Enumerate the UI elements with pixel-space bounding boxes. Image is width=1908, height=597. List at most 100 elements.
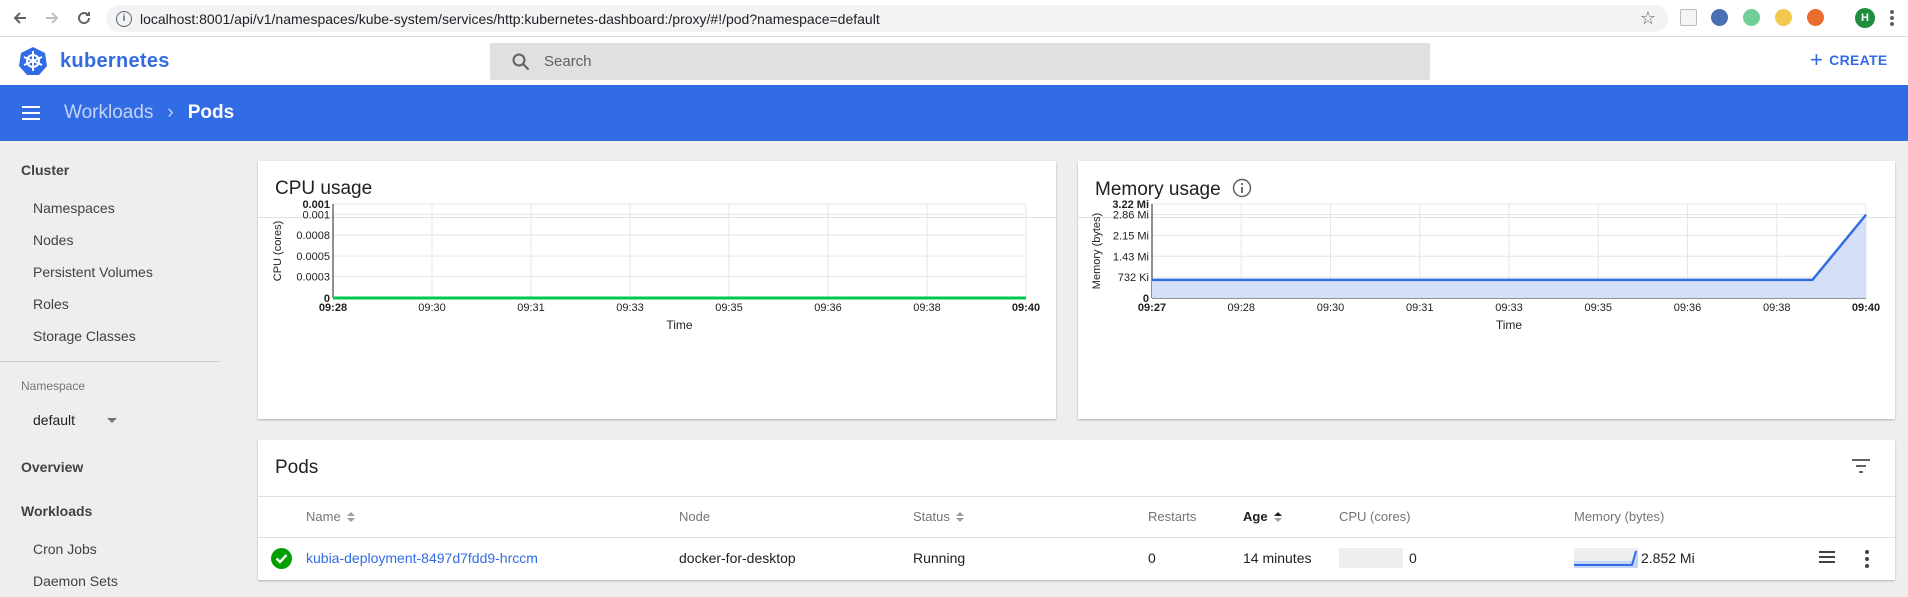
sidebar-heading-workloads[interactable]: Workloads xyxy=(21,503,92,519)
site-info-icon[interactable]: i xyxy=(116,10,132,27)
table-header-divider xyxy=(258,537,1895,538)
memory-usage-chart: 0732 Ki1.43 Mi2.15 Mi2.86 Mi3.22 Mi09:27… xyxy=(1091,199,1880,332)
pods-card-title: Pods xyxy=(275,457,319,478)
app-header: kubernetes + CREATE xyxy=(0,37,1908,85)
sidebar-divider xyxy=(0,361,220,362)
create-button[interactable]: + CREATE xyxy=(1810,49,1887,71)
pod-age: 14 minutes xyxy=(1243,550,1312,566)
back-icon[interactable] xyxy=(6,4,34,32)
x-tick-label: 09:35 xyxy=(1584,302,1612,314)
namespace-select[interactable]: default xyxy=(33,409,117,431)
search-icon xyxy=(512,53,530,70)
column-label: Name xyxy=(306,509,341,524)
y-tick-label: 2.86 Mi xyxy=(1113,210,1149,222)
browser-menu-icon[interactable] xyxy=(1886,7,1898,29)
address-bar[interactable]: i localhost:8001/api/v1/namespaces/kube-… xyxy=(106,5,1668,32)
dropdown-caret-icon xyxy=(107,417,117,423)
x-tick-label: 09:31 xyxy=(517,302,545,314)
breadcrumb-bar: Workloads › Pods xyxy=(0,85,1908,141)
extension-icon[interactable] xyxy=(1711,9,1728,26)
memory-sparkline xyxy=(1574,548,1638,568)
x-tick-label: 09:35 xyxy=(715,302,743,314)
sidebar-item-cron-jobs[interactable]: Cron Jobs xyxy=(33,541,97,557)
column-header-cpu: CPU (cores) xyxy=(1339,509,1411,524)
column-label: Restarts xyxy=(1148,509,1197,524)
sidebar-item-namespaces[interactable]: Namespaces xyxy=(33,200,115,216)
breadcrumb-current: Pods xyxy=(187,102,235,123)
column-header-name[interactable]: Name xyxy=(306,509,355,524)
x-tick-label: 09:30 xyxy=(1317,302,1345,314)
pod-status: Running xyxy=(913,550,966,566)
pod-restarts: 0 xyxy=(1148,550,1156,566)
x-tick-label: 09:36 xyxy=(814,302,842,314)
search-input[interactable] xyxy=(544,53,1344,70)
column-header-node: Node xyxy=(679,509,710,524)
x-tick-label: 09:31 xyxy=(1406,302,1434,314)
url-text: localhost:8001/api/v1/namespaces/kube-sy… xyxy=(140,10,880,27)
x-tick-label: 09:40 xyxy=(1012,302,1040,314)
y-tick-label: 0.0005 xyxy=(296,251,330,263)
x-tick-label: 09:33 xyxy=(616,302,644,314)
y-tick-label: 732 Ki xyxy=(1118,272,1149,284)
extension-icon[interactable] xyxy=(1807,9,1824,26)
kubernetes-helm-icon xyxy=(19,47,47,75)
bookmark-star-icon[interactable]: ☆ xyxy=(1640,8,1656,29)
column-header-status[interactable]: Status xyxy=(913,509,964,524)
y-tick-label: 0.0003 xyxy=(296,271,330,283)
y-axis-label: CPU (cores) xyxy=(272,221,284,282)
card-divider xyxy=(258,496,1895,497)
sort-icon xyxy=(955,511,964,522)
extension-icon[interactable] xyxy=(1775,9,1792,26)
y-tick-label: 0.001 xyxy=(302,199,330,211)
reload-icon[interactable] xyxy=(70,4,98,32)
column-header-memory: Memory (bytes) xyxy=(1574,509,1664,524)
forward-icon[interactable] xyxy=(38,4,66,32)
sidebar-item-roles[interactable]: Roles xyxy=(33,296,69,312)
column-label: Age xyxy=(1243,509,1268,524)
y-tick-label: 2.15 Mi xyxy=(1113,230,1149,242)
x-tick-label: 09:38 xyxy=(913,302,941,314)
sidebar-item-persistent-volumes[interactable]: Persistent Volumes xyxy=(33,264,153,280)
pod-cpu: 0 xyxy=(1409,550,1417,566)
x-tick-label: 09:33 xyxy=(1495,302,1523,314)
profile-avatar[interactable]: H xyxy=(1855,8,1875,28)
plus-icon: + xyxy=(1810,47,1824,72)
sidebar-item-daemon-sets[interactable]: Daemon Sets xyxy=(33,573,118,589)
menu-icon[interactable] xyxy=(22,106,40,120)
extension-icon[interactable] xyxy=(1680,9,1697,26)
x-tick-label: 09:40 xyxy=(1852,302,1880,314)
sort-ascending-icon xyxy=(1273,511,1282,522)
x-axis-label: Time xyxy=(666,318,693,332)
x-tick-label: 09:38 xyxy=(1763,302,1791,314)
namespace-label: Namespace xyxy=(21,379,86,393)
pod-memory: 2.852 Mi xyxy=(1641,550,1695,566)
sidebar-item-storage-classes[interactable]: Storage Classes xyxy=(33,328,136,344)
logs-icon[interactable] xyxy=(1818,550,1836,566)
chevron-right-icon: › xyxy=(167,102,174,123)
sidebar-item-nodes[interactable]: Nodes xyxy=(33,232,73,248)
cpu-sparkline xyxy=(1339,548,1403,568)
logo-text: kubernetes xyxy=(60,49,170,72)
x-tick-label: 09:28 xyxy=(319,302,347,314)
sidebar-item-overview[interactable]: Overview xyxy=(21,459,83,475)
status-ok-icon xyxy=(271,548,292,569)
sidebar: Cluster Namespaces Nodes Persistent Volu… xyxy=(0,141,222,597)
column-header-age[interactable]: Age xyxy=(1243,509,1282,524)
pod-name-link[interactable]: kubia-deployment-8497d7fdd9-hrccm xyxy=(306,550,538,566)
search-box[interactable] xyxy=(490,43,1430,80)
y-tick-label: 3.22 Mi xyxy=(1112,199,1149,211)
kubernetes-logo[interactable]: kubernetes xyxy=(18,46,170,76)
breadcrumb-workloads[interactable]: Workloads xyxy=(64,102,153,124)
extension-icon[interactable] xyxy=(1743,9,1760,26)
x-tick-label: 09:36 xyxy=(1674,302,1702,314)
more-vert-icon[interactable] xyxy=(1862,549,1872,569)
x-axis-label: Time xyxy=(1496,318,1523,332)
filter-icon[interactable] xyxy=(1851,458,1871,474)
x-tick-label: 09:28 xyxy=(1227,302,1255,314)
sidebar-heading-cluster[interactable]: Cluster xyxy=(21,162,69,178)
y-tick-label: 0.001 xyxy=(302,209,330,221)
create-label: CREATE xyxy=(1829,52,1888,68)
column-label: Status xyxy=(913,509,950,524)
cpu-usage-chart: 00.00030.00050.00080.0010.00109:28 09:30 0… xyxy=(272,199,1040,332)
column-label: Memory (bytes) xyxy=(1574,509,1665,524)
